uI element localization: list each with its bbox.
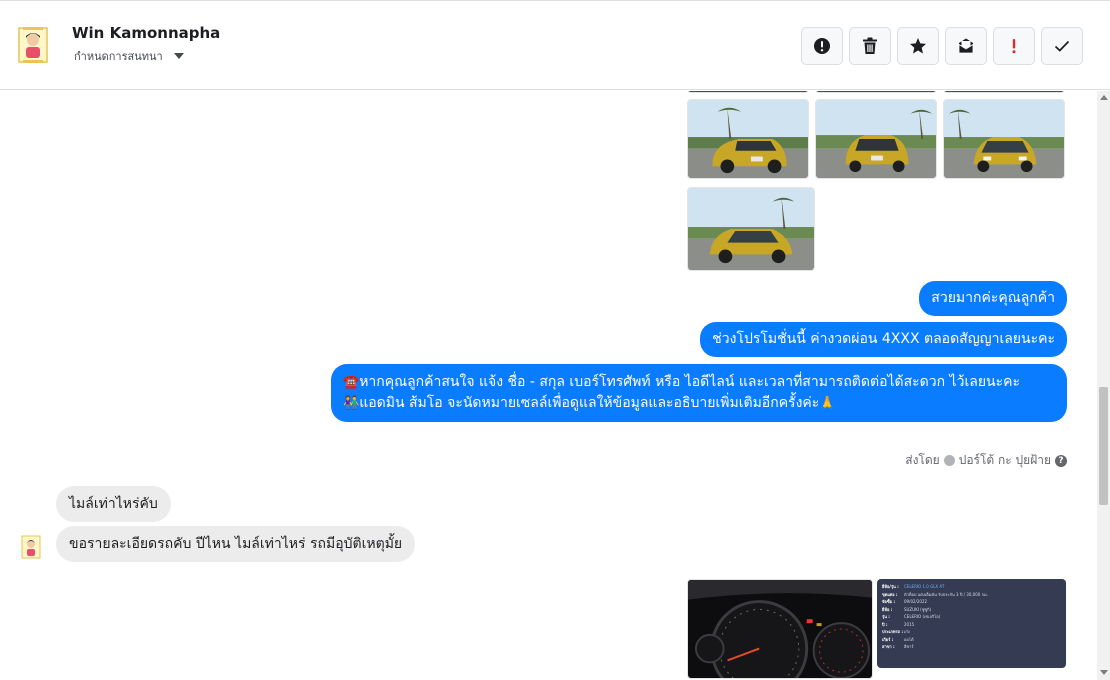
spec-key: เกียร์ : [882,636,894,642]
spec-row: จัดซื้อ : 09/02/2022 [882,598,1061,606]
avatar[interactable] [20,534,42,560]
done-button[interactable] [1041,27,1083,65]
scrollbar-thumb[interactable] [1099,387,1108,505]
spec-row: สาขา : อีซาร์ [882,643,1061,651]
spec-key: รุ่น : [882,614,890,619]
exclamation-icon [1012,39,1016,54]
check-icon [1054,40,1070,52]
spec-value: ตัวท็อป แต่งเต็มคัน รับประกัน 3 ปี / 30,… [904,591,988,597]
incoming-message[interactable]: ขอรายละเอียดรถคับ ปีไหน ไมล์เท่าไหร่ รถม… [56,526,416,562]
message-text: สวยมากค่ะคุณลูกค้า [931,290,1055,306]
follow-up-button[interactable] [993,27,1035,65]
conversation-header: Win Kamonnapha กำหนดการสนทนา [0,1,1110,90]
spam-button[interactable] [801,27,843,65]
outgoing-message[interactable]: สวยมากค่ะคุณลูกค้า [919,281,1067,316]
car-photo-front-left[interactable] [687,187,815,271]
car-specs-image[interactable]: ยี่ห้อ/รุ่น : CELERIO 1.0 GLX AT ชุดแต่ง :… [877,579,1066,668]
avatar[interactable] [15,25,51,65]
car-photo-front[interactable] [943,99,1065,179]
envelope-icon [958,38,974,54]
outgoing-message[interactable]: ☎️หากคุณลูกค้าสนใจ แจ้ง ชื่อ - สกุล เบอร… [331,364,1067,422]
telephone-emoji-icon: ☎️ [343,375,360,390]
message-line: 👫แอดมิน ส้มโอ จะนัดหมายเซลล์เพื่อดูแลให้… [343,393,1055,414]
incoming-message[interactable]: ไมล์เท่าไหร่คับ [56,486,171,522]
spec-value: SUZUKI (ซูซูกิ) [904,606,932,612]
trash-icon [863,37,877,54]
spec-value: 2015 [904,621,915,627]
contact-name[interactable]: Win Kamonnapha [72,24,220,42]
car-photo-rear-left[interactable] [687,99,809,179]
dashboard-photo[interactable] [687,579,873,679]
spec-key: จัดซื้อ : [882,599,896,604]
spec-value: ออโต้ [904,636,914,642]
toolbar [801,27,1083,65]
sent-by-prefix: ส่งโดย [905,453,940,467]
message-text: ช่วงโปรโมชั่นนี้ ค่างวดผ่อน 4XXX ตลอดสัญ… [712,331,1055,347]
couple-emoji-icon: 👫 [343,396,360,411]
caret-down-icon [173,53,184,59]
spec-row: ประเภทรถ : เก๋ง [882,628,1061,636]
spec-value: CELERIO (เซเลริโอ) [904,614,941,619]
spec-key: ประเภทรถ : [882,629,904,634]
spec-value: อีซาร์ [904,644,914,649]
assign-label: กำหนดการสนทนา [74,50,163,63]
alert-circle-icon [814,38,830,54]
sent-by-name: ปอร์โต้ กะ ปุยฝ้าย [958,453,1051,467]
message-text: ขอรายละเอียดรถคับ ปีไหน ไมล์เท่าไหร่ รถม… [69,536,403,552]
car-photo[interactable] [687,91,809,93]
scrollbar[interactable] [1097,91,1110,680]
spec-row: ปี : 2015 [882,621,1061,629]
spec-row: ชุดแต่ง : ตัวท็อป แต่งเต็มคัน รับประกัน 3… [882,591,1061,599]
star-icon [910,38,926,54]
assign-conversation-dropdown[interactable]: กำหนดการสนทนา [74,47,184,65]
message-text: หากคุณลูกค้าสนใจ แจ้ง ชื่อ - สกุล เบอร์โ… [359,374,1021,390]
help-icon[interactable]: ? [1055,454,1067,467]
messenger-inbox: Win Kamonnapha กำหนดการสนทนา สวยมากค่ะคุ… [0,0,1110,680]
spec-row: รุ่น : CELERIO (เซเลริโอ) [882,613,1061,621]
spec-key: ยี่ห้อ/รุ่น : [882,584,899,589]
spec-key: ปี : [882,621,888,627]
spec-row: เกียร์ : ออโต้ [882,636,1061,644]
star-button[interactable] [897,27,939,65]
admin-avatar-icon [943,455,955,466]
spec-key: ชุดแต่ง : [882,591,898,597]
scroll-up-arrow-icon[interactable] [1100,95,1108,100]
car-photo[interactable] [943,91,1065,93]
spec-value: CELERIO 1.0 GLX AT [904,584,945,589]
spec-value: เก๋ง [904,629,910,634]
spec-row: ยี่ห้อ : SUZUKI (ซูซูกิ) [882,606,1061,614]
car-specs-list: ยี่ห้อ/รุ่น : CELERIO 1.0 GLX AT ชุดแต่ง :… [882,583,1061,651]
scroll-down-arrow-icon[interactable] [1100,670,1108,675]
spec-key: ยี่ห้อ : [882,606,893,612]
message-line: ☎️หากคุณลูกค้าสนใจ แจ้ง ชื่อ - สกุล เบอร… [343,372,1055,393]
car-photo[interactable] [815,91,937,93]
message-text: แอดมิน ส้มโอ จะนัดหมายเซลล์เพื่อดูแลให้ข… [359,395,820,411]
outgoing-message[interactable]: ช่วงโปรโมชั่นนี้ ค่างวดผ่อน 4XXX ตลอดสัญ… [700,322,1067,357]
mark-unread-button[interactable] [945,27,987,65]
spec-value: 09/02/2022 [904,599,928,604]
message-thread[interactable]: สวยมากค่ะคุณลูกค้า ช่วงโปรโมชั่นนี้ ค่าง… [0,91,1097,680]
spec-row: ยี่ห้อ/รุ่น : CELERIO 1.0 GLX AT [882,583,1061,591]
delete-button[interactable] [849,27,891,65]
spec-key: สาขา : [882,644,895,649]
car-photo-rear[interactable] [815,99,937,179]
message-text: ไมล์เท่าไหร่คับ [69,496,158,512]
sent-by-info: ส่งโดย ปอร์โต้ กะ ปุยฝ้าย ? [905,451,1067,470]
pray-emoji-icon: 🙏 [819,396,836,411]
